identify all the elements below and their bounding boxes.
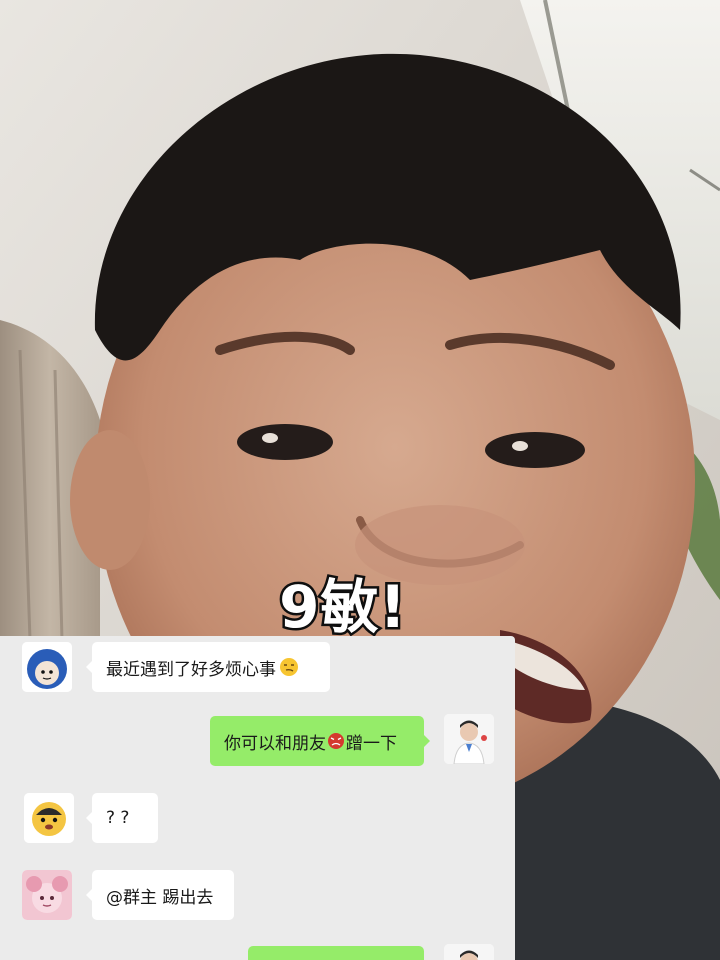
pink-cartoon-avatar: [22, 870, 72, 920]
yellow-cartoon-avatar-icon: [24, 793, 74, 843]
doctor-avatar-icon: [444, 944, 494, 960]
video-caption: 9敏!: [277, 571, 409, 644]
blue-cartoon-avatar: [22, 642, 72, 692]
doctor-avatar-icon: [444, 714, 494, 764]
message-text: @群主 踢出去: [106, 887, 214, 908]
message-text: 最近遇到了好多烦心事: [106, 659, 276, 680]
yellow-cartoon-avatar: [24, 793, 74, 843]
chat-bubble-received: @群主 踢出去: [86, 870, 234, 920]
message-text-after: 蹭一下: [346, 733, 397, 754]
chat-bubble-received: ? ?: [86, 793, 158, 843]
video-frame: 9敏! 最近遇到了好多烦心事 你可以和朋友 蹭一下 ? ? @群主 踢出去: [0, 0, 720, 960]
chat-screenshot-panel: 最近遇到了好多烦心事 你可以和朋友 蹭一下 ? ? @群主 踢出去: [0, 636, 515, 960]
chat-bubble-sent: 你可以和朋友 蹭一下: [210, 716, 430, 766]
blue-cartoon-avatar-icon: [22, 642, 72, 692]
chat-bubble-received: 最近遇到了好多烦心事: [86, 642, 330, 692]
smirk-emoji-icon: [280, 658, 298, 676]
message-text-before: 你可以和朋友: [224, 733, 326, 754]
angry-face-sticker-icon: [328, 733, 344, 749]
pink-cartoon-avatar-icon: [22, 870, 72, 920]
message-text: ? ?: [106, 808, 130, 828]
doctor-avatar: [444, 944, 494, 960]
chat-bubble-sent: [248, 946, 424, 960]
doctor-avatar: [444, 714, 494, 764]
